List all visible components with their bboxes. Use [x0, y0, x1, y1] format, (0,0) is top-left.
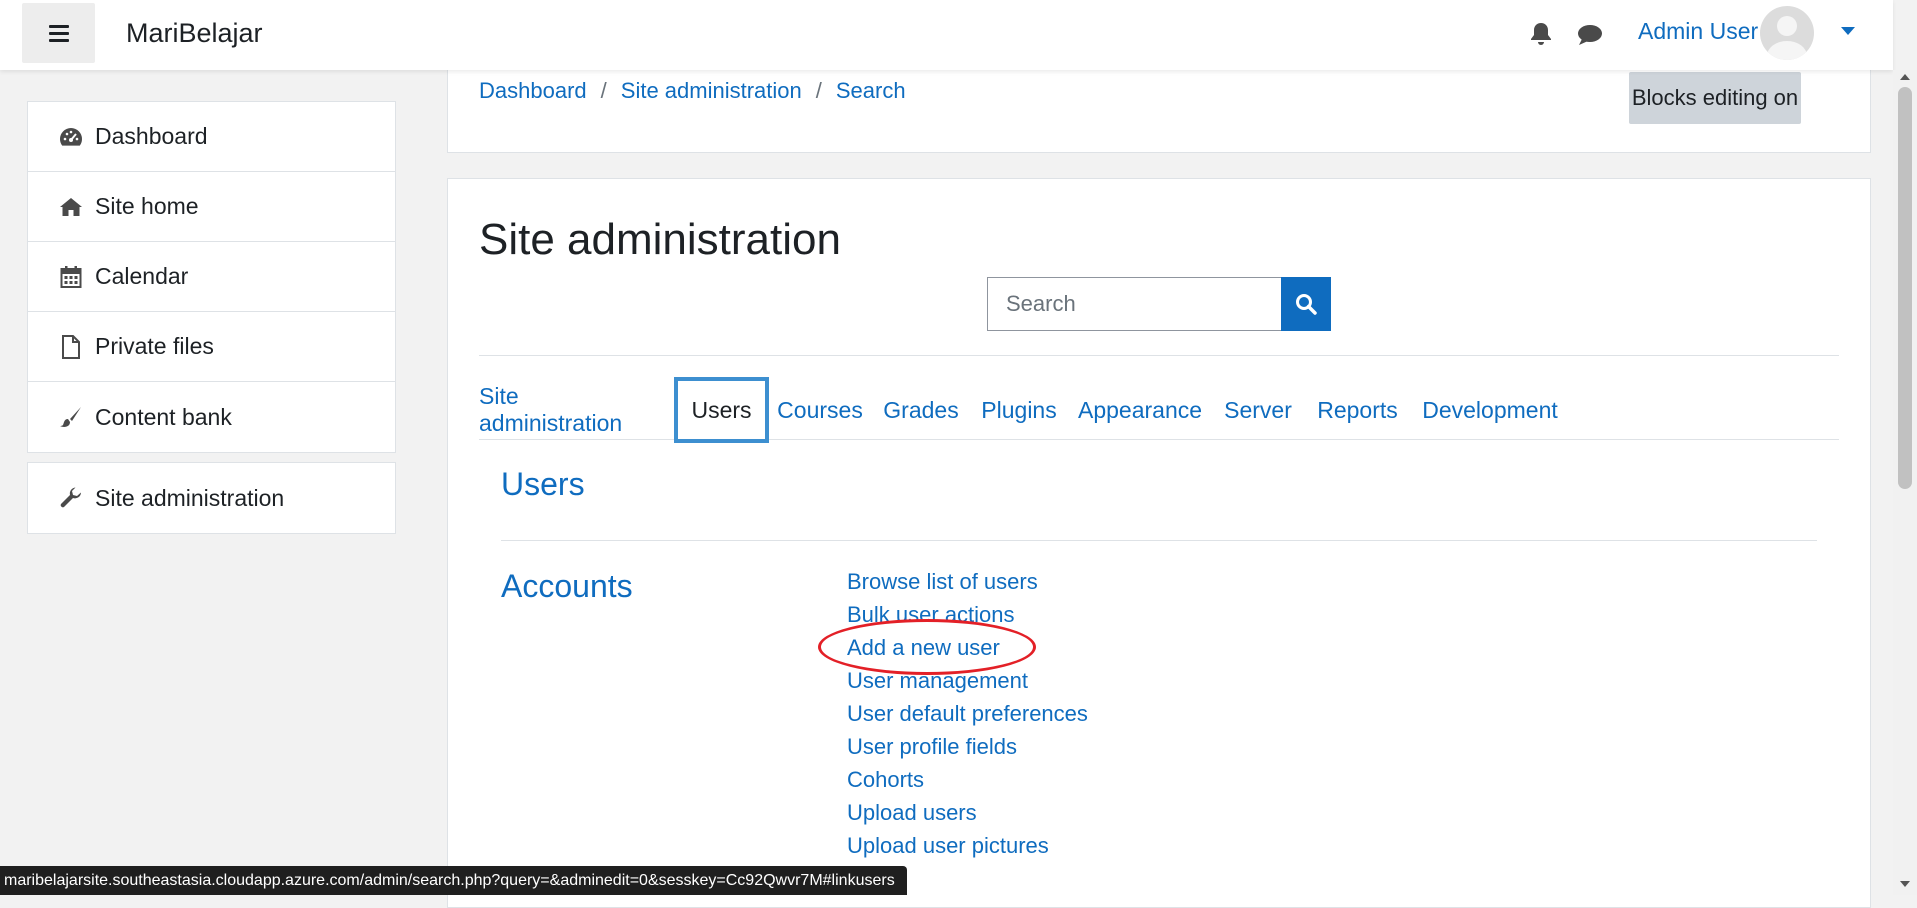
- breadcrumb: Dashboard / Site administration / Search: [479, 78, 906, 104]
- admin-search-form: [987, 277, 1331, 331]
- dashboard-icon: [58, 124, 84, 150]
- tab-appearance[interactable]: Appearance: [1078, 377, 1202, 443]
- tab-grades[interactable]: Grades: [880, 377, 962, 443]
- calendar-icon: [58, 264, 84, 290]
- wrench-icon: [58, 485, 84, 511]
- nav-drawer: Dashboard Site home Calendar Private fil…: [0, 70, 425, 895]
- admin-tabs: Site administration Users Courses Grades…: [479, 377, 1839, 443]
- browser-status-url: maribelajarsite.southeastasia.cloudapp.a…: [0, 866, 907, 895]
- admin-nav: Site administration: [27, 462, 396, 534]
- tab-courses[interactable]: Courses: [777, 377, 863, 443]
- sidebar-item-label: Content bank: [95, 403, 232, 430]
- tab-server[interactable]: Server: [1220, 377, 1296, 443]
- breadcrumb-dashboard[interactable]: Dashboard: [479, 78, 587, 103]
- accounts-links: Browse list of users Bulk user actions A…: [847, 565, 1088, 862]
- category-accounts-heading[interactable]: Accounts: [501, 568, 633, 605]
- paintbrush-icon: [58, 404, 84, 430]
- link-cohorts[interactable]: Cohorts: [847, 763, 1088, 796]
- scroll-down-arrow-icon[interactable]: [1900, 881, 1910, 887]
- chat-icon[interactable]: [1577, 24, 1603, 51]
- search-input[interactable]: [987, 277, 1281, 331]
- sidebar-item-site-administration[interactable]: Site administration: [28, 463, 395, 533]
- link-browse-list-of-users[interactable]: Browse list of users: [847, 565, 1088, 598]
- menu-icon: [48, 21, 69, 46]
- tab-plugins[interactable]: Plugins: [978, 377, 1060, 443]
- bell-icon[interactable]: [1530, 22, 1552, 51]
- home-icon: [58, 194, 84, 220]
- breadcrumb-search[interactable]: Search: [836, 78, 906, 103]
- link-user-management[interactable]: User management: [847, 664, 1088, 697]
- user-menu-name[interactable]: Admin User: [1638, 18, 1758, 45]
- sidebar-item-private-files[interactable]: Private files: [28, 312, 395, 382]
- link-add-a-new-user[interactable]: Add a new user: [847, 631, 1088, 664]
- breadcrumb-separator: /: [815, 78, 822, 103]
- sidebar-item-label: Site home: [95, 193, 199, 219]
- sidebar-item-site-home[interactable]: Site home: [28, 172, 395, 242]
- sidebar-item-dashboard[interactable]: Dashboard: [28, 102, 395, 172]
- sidebar-item-content-bank[interactable]: Content bank: [28, 382, 395, 452]
- search-icon: [1296, 294, 1317, 315]
- breadcrumb-site-administration[interactable]: Site administration: [621, 78, 802, 103]
- page-scrollbar[interactable]: [1893, 70, 1917, 895]
- avatar[interactable]: [1760, 6, 1814, 60]
- link-user-default-preferences[interactable]: User default preferences: [847, 697, 1088, 730]
- section-users-heading[interactable]: Users: [501, 466, 585, 503]
- breadcrumb-separator: /: [600, 78, 607, 103]
- tab-development[interactable]: Development: [1420, 377, 1560, 443]
- site-brand[interactable]: MariBelajar: [126, 18, 263, 49]
- tab-users[interactable]: Users: [674, 377, 769, 443]
- divider: [501, 540, 1817, 541]
- link-bulk-user-actions[interactable]: Bulk user actions: [847, 598, 1088, 631]
- sidebar-item-label: Dashboard: [95, 123, 208, 149]
- file-icon: [58, 334, 84, 360]
- blocks-editing-button[interactable]: Blocks editing on: [1629, 72, 1801, 124]
- sidebar-item-label: Calendar: [95, 263, 189, 289]
- primary-nav: Dashboard Site home Calendar Private fil…: [27, 101, 396, 453]
- menu-toggle-button[interactable]: [22, 3, 95, 63]
- main-content: Site administration Site administration …: [447, 178, 1871, 908]
- sidebar-item-label: Private files: [95, 333, 214, 359]
- sidebar-item-label: Site administration: [95, 484, 285, 511]
- link-user-profile-fields[interactable]: User profile fields: [847, 730, 1088, 763]
- tab-reports[interactable]: Reports: [1314, 377, 1401, 443]
- tab-site-administration[interactable]: Site administration: [479, 377, 667, 443]
- sidebar-item-calendar[interactable]: Calendar: [28, 242, 395, 312]
- link-upload-users[interactable]: Upload users: [847, 796, 1088, 829]
- page-title: Site administration: [479, 215, 841, 264]
- chevron-down-icon[interactable]: [1841, 27, 1855, 35]
- scroll-up-arrow-icon[interactable]: [1900, 74, 1910, 80]
- scroll-thumb[interactable]: [1898, 87, 1912, 489]
- link-upload-user-pictures[interactable]: Upload user pictures: [847, 829, 1088, 862]
- divider: [479, 355, 1839, 356]
- top-navbar: MariBelajar Admin User: [0, 0, 1893, 70]
- search-button[interactable]: [1281, 277, 1331, 331]
